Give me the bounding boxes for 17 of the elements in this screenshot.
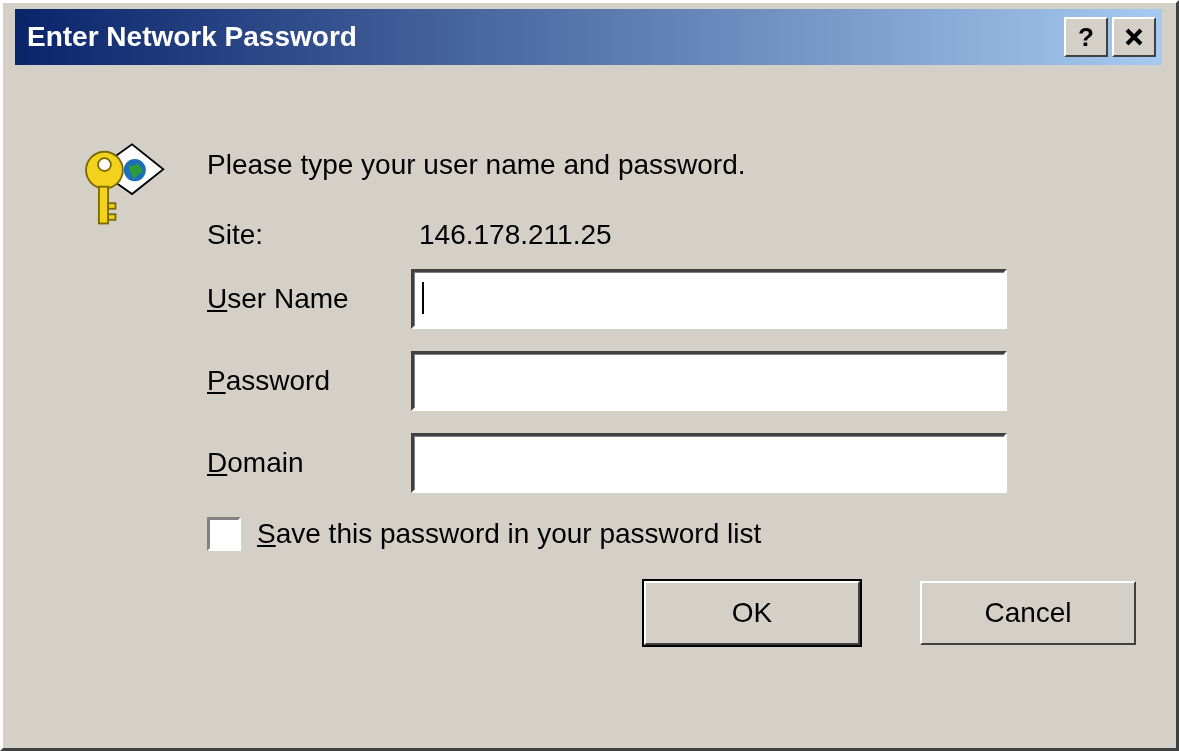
checkbox-label[interactable]: Save this password in your password list (257, 518, 762, 550)
field-label: Domain (207, 447, 305, 479)
field-label: Password (207, 365, 331, 397)
prompt-text: Please type your user name and password. (207, 149, 747, 181)
help-button[interactable]: ? (1064, 17, 1108, 57)
input-field[interactable] (411, 351, 1007, 411)
close-icon (1124, 27, 1144, 47)
field-label: User Name (207, 283, 350, 315)
site-label: Site: (207, 219, 265, 251)
cancel-button[interactable]: Cancel (920, 581, 1136, 645)
window-title: Enter Network Password (27, 21, 357, 53)
close-button[interactable] (1112, 17, 1156, 57)
checkbox[interactable] (207, 517, 241, 551)
ok-button[interactable]: OK (644, 581, 860, 645)
input-field[interactable] (411, 433, 1007, 493)
site-address: 146.178.211.25 (419, 219, 612, 251)
input-field[interactable] (411, 269, 1007, 329)
